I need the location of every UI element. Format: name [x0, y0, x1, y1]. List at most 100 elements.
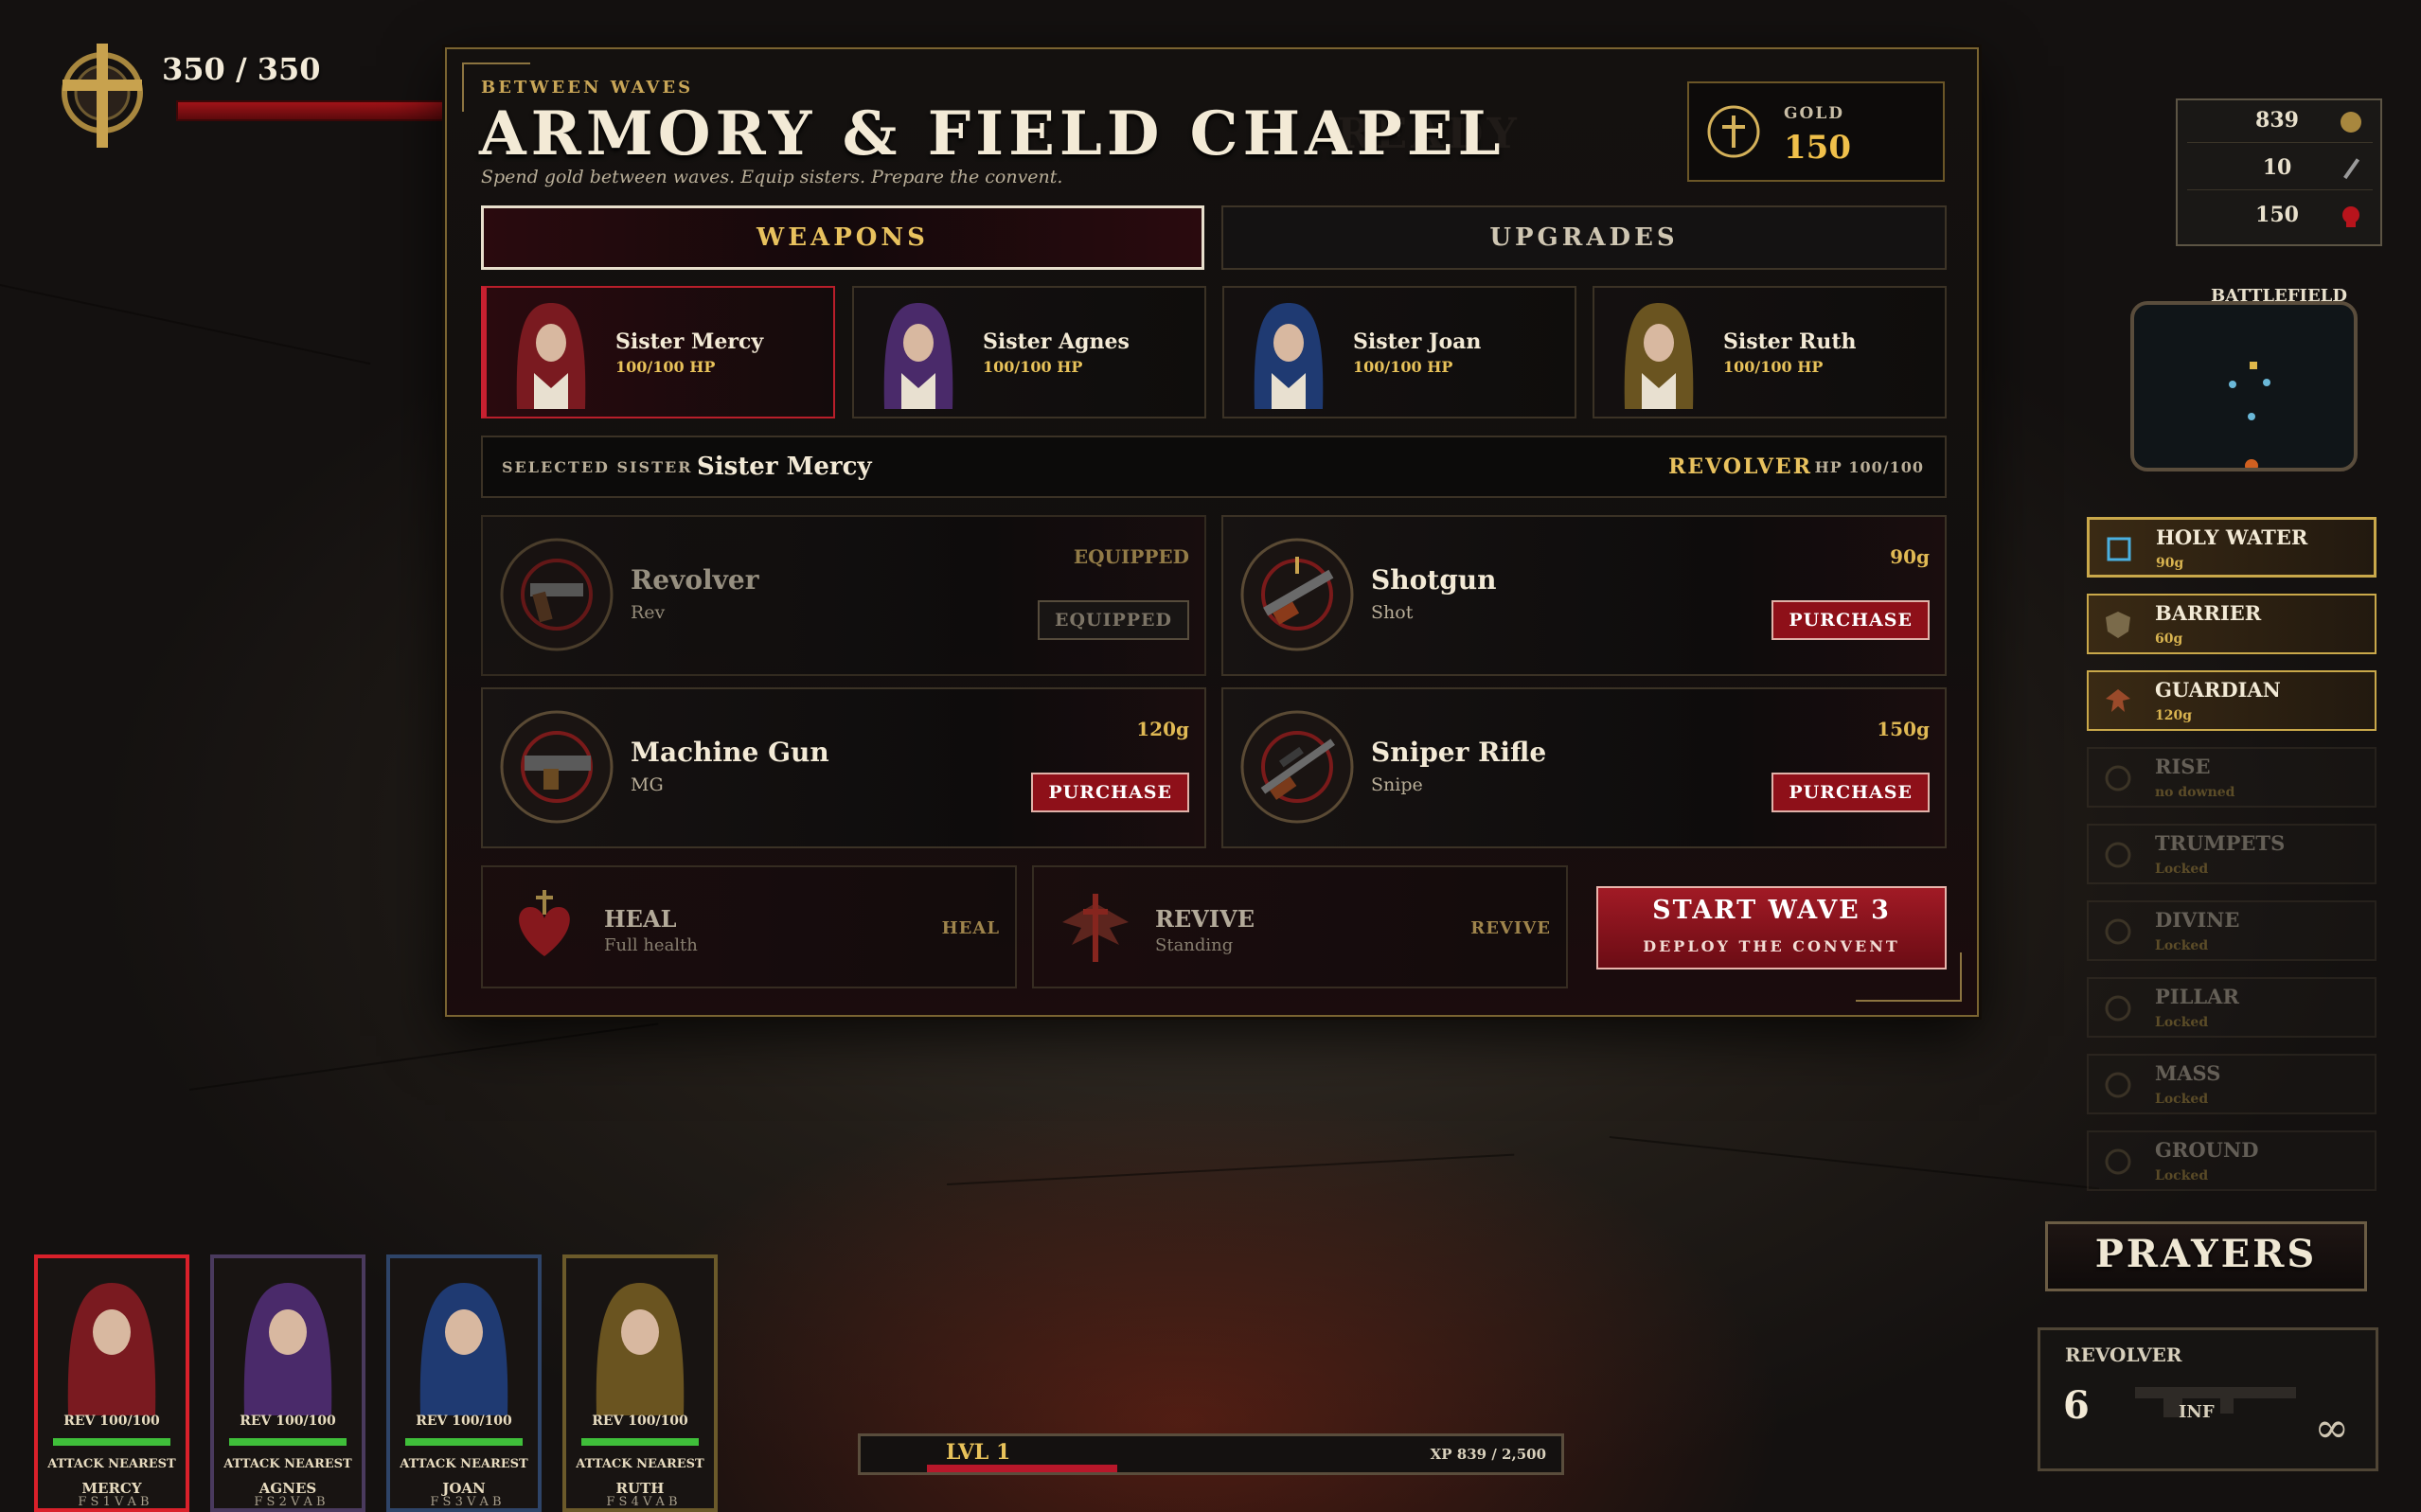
weapon-ammo-panel: REVOLVER 6 INF ∞ [2038, 1327, 2378, 1471]
weapon-price: EQUIPPED [1073, 545, 1189, 568]
weapon-name: Revolver [631, 564, 759, 596]
start-wave-label: START WAVE 3 [1652, 896, 1891, 925]
weapon-card-shotgun: Shotgun Shot 90g PURCHASE [1221, 515, 1947, 676]
purchase-button[interactable]: PURCHASE [1031, 773, 1189, 812]
prayer-guardian[interactable]: GUARDIAN 120g [2087, 670, 2376, 731]
prayer-divine[interactable]: DIVINE Locked [2087, 900, 2376, 961]
purchase-button[interactable]: PURCHASE [1771, 600, 1930, 640]
stat-row: 150 [2187, 199, 2373, 237]
squad-health-bar [405, 1438, 523, 1446]
stat-value: 10 [2262, 155, 2292, 180]
sister-hp: 100/100 HP [1723, 358, 1824, 376]
sister-card-ruth[interactable]: Sister Ruth 100/100 HP [1593, 286, 1947, 418]
sister-card-mercy[interactable]: Sister Mercy 100/100 HP [481, 286, 835, 418]
prayer-ground[interactable]: GROUND Locked [2087, 1130, 2376, 1191]
prayer-name: GROUND [2155, 1138, 2259, 1162]
prayer-trumpets[interactable]: TRUMPETS Locked [2087, 824, 2376, 884]
squad-keys: F S 3 V A B [430, 1495, 502, 1509]
current-weapon-name: REVOLVER [2065, 1343, 2182, 1366]
sister-name: Sister Agnes [983, 329, 1130, 354]
prayer-status: Locked [2155, 1092, 2209, 1107]
weapon-price: 90g [1890, 545, 1930, 568]
tab-upgrades[interactable]: UPGRADES [1221, 205, 1947, 270]
sister-portrait [516, 303, 586, 409]
prayer-mass[interactable]: MASS Locked [2087, 1054, 2376, 1114]
weapon-name: Sniper Rifle [1371, 737, 1547, 768]
revive-sub: Standing [1155, 935, 1234, 955]
revive-tag: REVIVE [1470, 918, 1551, 938]
divine-icon [2105, 918, 2131, 945]
health-hud: 350 / 350 [34, 34, 483, 157]
trumpet-icon [2105, 842, 2131, 868]
prayer-status: no downed [2155, 785, 2235, 800]
sister-name: Sister Ruth [1723, 329, 1857, 354]
weapon-short: MG [631, 774, 664, 795]
squad-health-bar [229, 1438, 347, 1446]
prayer-holy-water[interactable]: HOLY WATER 90g [2087, 517, 2376, 578]
purchase-button[interactable]: PURCHASE [1771, 773, 1930, 812]
squad-card-mercy[interactable]: REV 100/100 ATTACK NEAREST MERCY F S 1 V… [34, 1254, 189, 1512]
weapon-price: 120g [1136, 718, 1189, 740]
prayer-status: Locked [2155, 1168, 2209, 1183]
barrier-icon [2106, 612, 2130, 638]
start-wave-button[interactable]: START WAVE 3 DEPLOY THE CONVENT [1596, 886, 1947, 969]
gold-label: GOLD [1784, 104, 1845, 123]
modal-eyebrow: BETWEEN WAVES [481, 78, 694, 98]
start-wave-sub: DEPLOY THE CONVENT [1643, 937, 1900, 955]
squad-hp: REV 100/100 [240, 1414, 336, 1429]
prayer-rise[interactable]: RISE no downed [2087, 747, 2376, 808]
stats-panel: 839 10 150 [2176, 98, 2382, 246]
squad-health-bar [53, 1438, 170, 1446]
sister-card-joan[interactable]: Sister Joan 100/100 HP [1222, 286, 1576, 418]
revive-name: REVIVE [1155, 905, 1255, 933]
prayer-barrier[interactable]: BARRIER 60g [2087, 594, 2376, 654]
prayer-name: PILLAR [2155, 985, 2239, 1008]
equipped-button[interactable]: EQUIPPED [1037, 600, 1189, 640]
squad-hp: REV 100/100 [592, 1414, 688, 1429]
ground-crack [0, 284, 371, 365]
sister-card-agnes[interactable]: Sister Agnes 100/100 HP [852, 286, 1206, 418]
prayers-title: PRAYERS [2094, 1232, 2318, 1276]
ground-icon [2105, 1148, 2131, 1175]
celtic-cross-icon [62, 44, 143, 148]
sister-portrait [1624, 303, 1694, 409]
revive-card[interactable]: REVIVE Standing REVIVE [1032, 865, 1568, 988]
squad-mode: ATTACK NEAREST [400, 1457, 528, 1471]
squad-card-ruth[interactable]: REV 100/100 ATTACK NEAREST RUTH F S 4 V … [562, 1254, 718, 1512]
prayers-banner: PRAYERS [2045, 1221, 2367, 1291]
coin-icon [2341, 112, 2361, 133]
prayer-name: GUARDIAN [2155, 678, 2281, 702]
sword-icon [2343, 158, 2360, 180]
prayer-name: HOLY WATER [2156, 525, 2308, 549]
prayer-status: Locked [2155, 862, 2209, 877]
shotgun-icon [1240, 538, 1354, 651]
squad-keys: F S 2 V A B [254, 1495, 326, 1509]
selected-name: Sister Mercy [697, 453, 872, 481]
rifle-silhouette-icon [2135, 1387, 2296, 1417]
heart-icon [519, 890, 570, 956]
infinity-icon: ∞ [2314, 1404, 2349, 1452]
squad-card-agnes[interactable]: REV 100/100 ATTACK NEAREST AGNES F S 2 V… [210, 1254, 365, 1512]
health-bar [176, 100, 483, 121]
prayer-status: Locked [2155, 938, 2209, 953]
heal-card[interactable]: HEAL Full health HEAL [481, 865, 1017, 988]
weapon-short: Shot [1371, 602, 1414, 623]
sniper-rifle-icon [1240, 710, 1354, 824]
sister-portrait [419, 1283, 508, 1415]
heal-sub: Full health [604, 935, 698, 955]
sister-hp: 100/100 HP [1353, 358, 1453, 376]
squad-mode: ATTACK NEAREST [223, 1457, 352, 1471]
xp-text: XP 839 / 2,500 [1430, 1446, 1546, 1463]
cross-coin-icon [1707, 105, 1760, 158]
sister-hp: 100/100 HP [983, 358, 1083, 376]
rise-icon [2105, 765, 2131, 792]
tab-weapons[interactable]: WEAPONS [481, 205, 1204, 270]
prayer-name: DIVINE [2155, 908, 2240, 932]
weapon-card-revolver: Revolver Rev EQUIPPED EQUIPPED [481, 515, 1206, 676]
weapon-price: 150g [1877, 718, 1930, 740]
battlefield-minimap[interactable] [2130, 301, 2358, 471]
squad-card-joan[interactable]: REV 100/100 ATTACK NEAREST JOAN F S 3 V … [386, 1254, 542, 1512]
sister-portrait [1254, 303, 1324, 409]
prayer-pillar[interactable]: PILLAR Locked [2087, 977, 2376, 1038]
ground-crack [189, 1023, 659, 1091]
